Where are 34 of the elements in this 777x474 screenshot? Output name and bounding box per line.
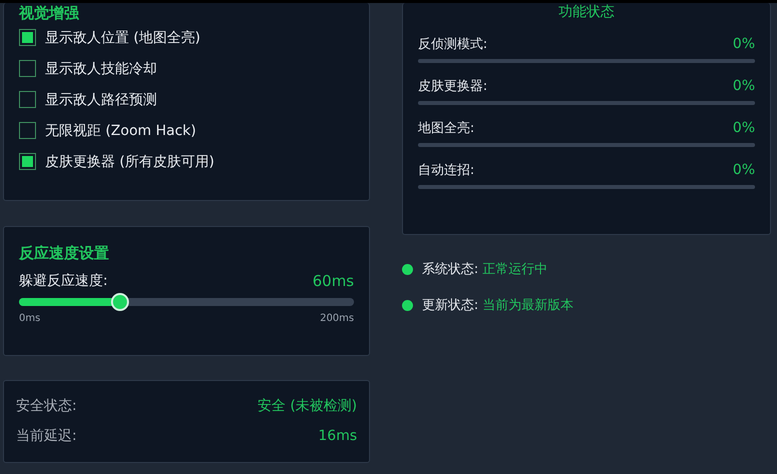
status-label: 系统状态: xyxy=(422,261,478,278)
checkbox[interactable] xyxy=(19,29,36,46)
checkbox[interactable] xyxy=(19,91,36,108)
section-title: 功能状态 xyxy=(558,3,616,21)
slider-reading: 60ms xyxy=(312,272,354,290)
checkbox[interactable] xyxy=(19,60,36,77)
feature-reading: 0% xyxy=(732,120,755,136)
feature-reading: 0% xyxy=(732,78,755,94)
slider-label: 躲避反应速度: xyxy=(19,272,108,290)
min-label: 0ms xyxy=(19,313,40,324)
info-label: 安全状态: xyxy=(16,397,77,415)
section-title: 反应速度设置 xyxy=(19,244,109,262)
option-label: 皮肤更换器 (所有皮肤可用) xyxy=(45,152,214,170)
status-value: 正常运行中 xyxy=(482,261,548,278)
section-title: 视觉增强 xyxy=(19,4,79,22)
info-value: 16ms xyxy=(318,428,357,444)
option-label: 无限视距 (Zoom Hack) xyxy=(45,122,196,140)
option-label: 显示敌人路径预测 xyxy=(45,90,157,108)
feature-reading: 0% xyxy=(732,36,755,52)
status-label: 更新状态: xyxy=(422,297,478,314)
feature-label: 地图全亮: xyxy=(418,120,474,137)
option-label: 显示敌人技能冷却 xyxy=(45,60,157,78)
slider[interactable] xyxy=(19,293,354,311)
option-label: 显示敌人位置 (地图全亮) xyxy=(45,28,200,46)
feature-label: 反侦测模式: xyxy=(418,36,488,53)
info-label: 当前延迟: xyxy=(16,427,77,445)
feature-reading: 0% xyxy=(732,162,755,178)
max-label: 200ms xyxy=(320,313,354,324)
status-value: 当前为最新版本 xyxy=(482,297,574,314)
feature-label: 皮肤更换器: xyxy=(418,78,488,95)
feature-label: 自动连招: xyxy=(418,162,474,179)
info-value: 安全 (未被检测) xyxy=(258,397,357,415)
checkbox[interactable] xyxy=(19,122,36,139)
checkbox[interactable] xyxy=(19,153,36,170)
